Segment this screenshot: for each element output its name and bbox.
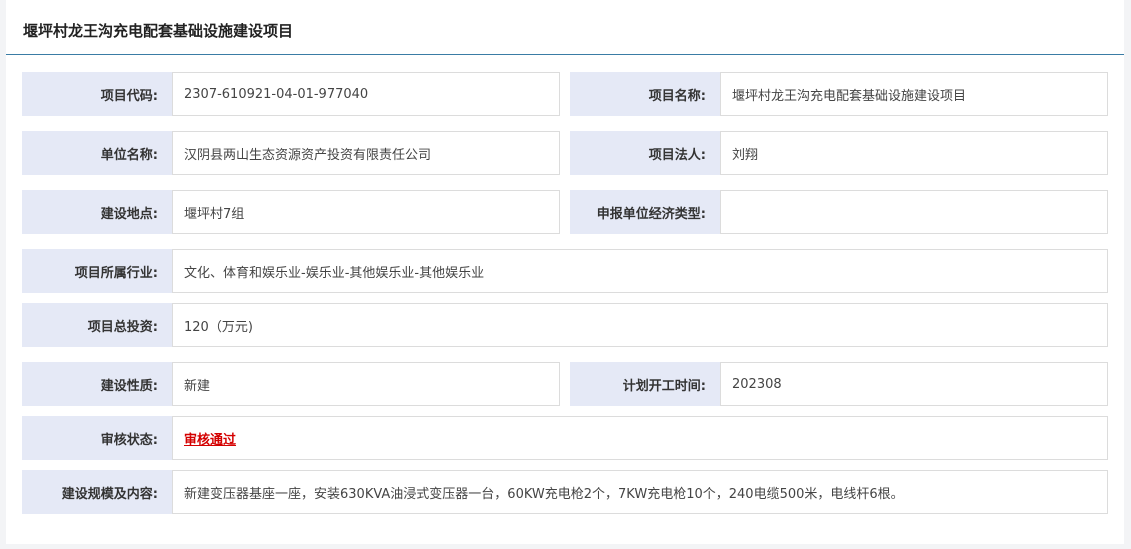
economic-type-label: 申报单位经济类型: xyxy=(570,190,720,234)
industry-value: 文化、体育和娱乐业-娱乐业-其他娱乐业-其他娱乐业 xyxy=(172,249,1108,293)
project-code-value: 2307-610921-04-01-977040 xyxy=(172,72,560,116)
project-name-value: 堰坪村龙王沟充电配套基础设施建设项目 xyxy=(720,72,1108,116)
review-status-cell: 审核通过 xyxy=(172,416,1108,460)
page-title: 堰坪村龙王沟充电配套基础设施建设项目 xyxy=(23,22,294,40)
row-industry: 项目所属行业: 文化、体育和娱乐业-娱乐业-其他娱乐业-其他娱乐业 xyxy=(22,249,1108,293)
row-review-status: 审核状态: 审核通过 xyxy=(22,416,1108,460)
project-code-label: 项目代码: xyxy=(22,72,172,116)
location-label: 建设地点: xyxy=(22,190,172,234)
start-time-value: 202308 xyxy=(720,362,1108,406)
scale-value: 新建变压器基座一座，安装630KVA油浸式变压器一台，60KW充电枪2个，7KW… xyxy=(172,470,1108,514)
start-time-label: 计划开工时间: xyxy=(570,362,720,406)
project-detail-panel: 堰坪村龙王沟充电配套基础设施建设项目 项目代码: 2307-610921-04-… xyxy=(6,0,1124,544)
investment-label: 项目总投资: xyxy=(22,303,172,347)
row-investment: 项目总投资: 120（万元) xyxy=(22,303,1108,347)
row-project-code: 项目代码: 2307-610921-04-01-977040 项目名称: 堰坪村… xyxy=(22,72,1108,116)
scale-label: 建设规模及内容: xyxy=(22,470,172,514)
review-status-value: 审核通过 xyxy=(184,432,237,448)
unit-name-label: 单位名称: xyxy=(22,131,172,175)
unit-name-value: 汉阴县两山生态资源资产投资有限责任公司 xyxy=(172,131,560,175)
location-value: 堰坪村7组 xyxy=(172,190,560,234)
row-nature: 建设性质: 新建 计划开工时间: 202308 xyxy=(22,362,1108,406)
nature-label: 建设性质: xyxy=(22,362,172,406)
row-scale: 建设规模及内容: 新建变压器基座一座，安装630KVA油浸式变压器一台，60KW… xyxy=(22,470,1108,514)
investment-value: 120（万元) xyxy=(172,303,1108,347)
nature-value: 新建 xyxy=(172,362,560,406)
row-location: 建设地点: 堰坪村7组 申报单位经济类型: xyxy=(22,190,1108,234)
industry-label: 项目所属行业: xyxy=(22,249,172,293)
title-divider xyxy=(6,54,1124,55)
legal-person-label: 项目法人: xyxy=(570,131,720,175)
row-unit-name: 单位名称: 汉阴县两山生态资源资产投资有限责任公司 项目法人: 刘翔 xyxy=(22,131,1108,175)
project-name-label: 项目名称: xyxy=(570,72,720,116)
economic-type-value xyxy=(720,190,1108,234)
legal-person-value: 刘翔 xyxy=(720,131,1108,175)
review-status-label: 审核状态: xyxy=(22,416,172,460)
